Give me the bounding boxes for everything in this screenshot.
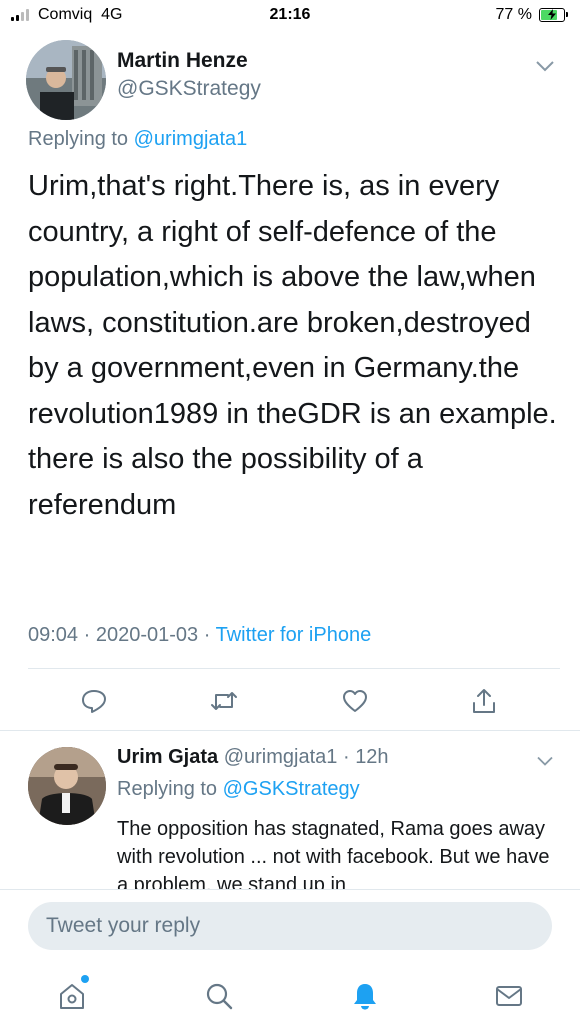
replying-to: Replying to @urimgjata1 (28, 128, 247, 151)
replying-prefix: Replying to (28, 128, 134, 150)
author-handle[interactable]: @GSKStrategy (117, 77, 261, 101)
chevron-down-icon[interactable] (536, 59, 554, 72)
reply-icon (82, 690, 106, 713)
tweet-meta: 09:04 · 2020-01-03 · Twitter for iPhone (28, 624, 372, 646)
tab-notifications[interactable] (349, 980, 381, 1012)
reply-author-handle[interactable]: @urimgjata1 (224, 746, 338, 768)
replying-to-link[interactable]: @urimgjata1 (134, 128, 248, 150)
author-name[interactable]: Martin Henze (117, 49, 248, 73)
share-button[interactable] (469, 686, 499, 716)
reply-age: 12h (355, 746, 389, 768)
retweet-button[interactable] (209, 686, 239, 716)
reply-text: The opposition has stagnated, Rama goes … (117, 818, 550, 889)
replying-prefix: Replying to (117, 778, 223, 800)
reply-author-name[interactable]: Urim Gjata (117, 746, 218, 768)
divider (28, 668, 560, 669)
mail-icon (496, 986, 522, 1006)
reply-input[interactable]: Tweet your reply (28, 902, 552, 950)
avatar[interactable] (26, 40, 106, 120)
search-icon (206, 983, 233, 1010)
tweet-date: 2020-01-03 (95, 624, 199, 646)
bell-icon (354, 984, 376, 1010)
retweet-icon (211, 692, 237, 710)
home-icon (60, 984, 84, 1009)
share-icon (473, 689, 495, 713)
battery-percent: 77 % (495, 6, 532, 23)
reply-header: Urim Gjata @urimgjata1 · 12h (117, 746, 389, 768)
status-bar: Comviq 4G 21:16 77 % (0, 0, 580, 30)
divider (0, 730, 580, 731)
like-button[interactable] (340, 686, 370, 716)
tweet-text: Urim,that's right.There is, as in every … (28, 170, 557, 521)
replying-to-link[interactable]: @GSKStrategy (223, 778, 360, 800)
heart-icon (343, 690, 367, 712)
chevron-down-icon[interactable] (537, 753, 555, 766)
tab-messages[interactable] (493, 980, 525, 1012)
tab-search[interactable] (203, 980, 235, 1012)
status-time: 21:16 (269, 6, 311, 23)
replying-to: Replying to @GSKStrategy (117, 778, 360, 801)
tweet-time: 09:04 (28, 624, 79, 646)
reply-button[interactable] (79, 686, 109, 716)
reply-input-placeholder: Tweet your reply (46, 914, 201, 937)
avatar[interactable] (28, 747, 106, 825)
tweet-source-link[interactable]: Twitter for iPhone (216, 624, 372, 646)
tab-home[interactable] (56, 980, 88, 1012)
battery-icon (539, 8, 568, 22)
